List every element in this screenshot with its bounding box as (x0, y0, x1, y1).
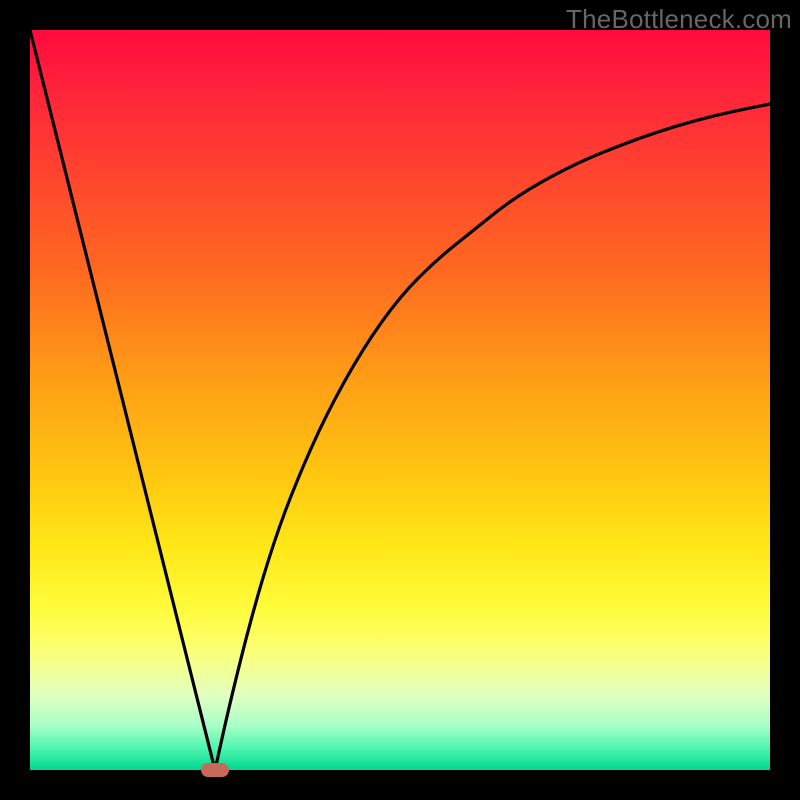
plot-area (30, 30, 770, 770)
bottleneck-curve (30, 30, 770, 770)
chart-frame: TheBottleneck.com (0, 0, 800, 800)
minimum-marker (201, 763, 229, 777)
